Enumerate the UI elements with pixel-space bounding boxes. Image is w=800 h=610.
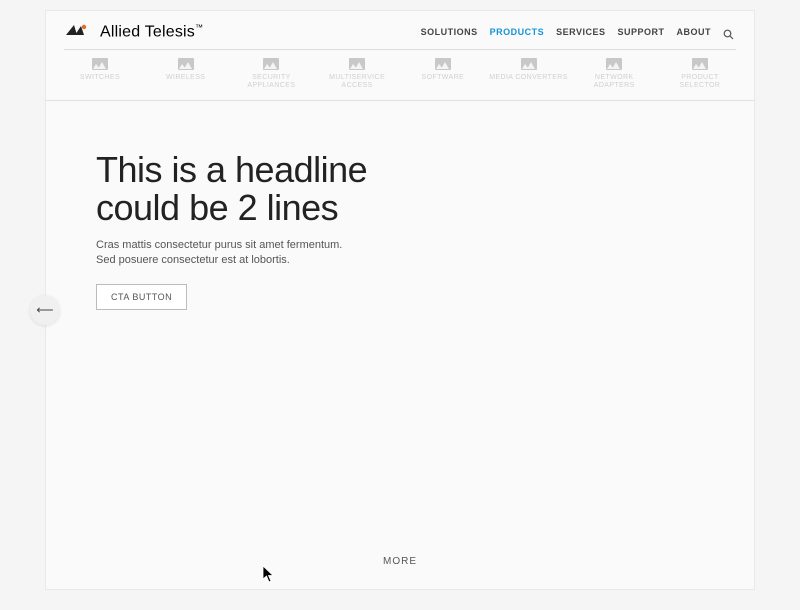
- hero-headline-line1: This is a headline: [96, 149, 367, 190]
- category-label: WIRELESS: [166, 74, 205, 82]
- nav-products[interactable]: PRODUCTS: [490, 27, 545, 37]
- brand-name-light: Telesis: [145, 23, 195, 40]
- placeholder-image-icon: [521, 58, 537, 70]
- category-label: NETWORK ADAPTERS: [574, 74, 654, 89]
- hero-body-line1: Cras mattis consectetur purus sit amet f…: [96, 239, 342, 251]
- placeholder-image-icon: [349, 58, 365, 70]
- category-label: PRODUCT SELECTOR: [660, 74, 740, 89]
- nav-about[interactable]: ABOUT: [677, 27, 712, 37]
- category-multiservice-access[interactable]: MULTISERVICE ACCESS: [317, 58, 397, 89]
- brand-name: Allied Telesis™: [100, 23, 203, 41]
- more-link[interactable]: MORE: [383, 556, 417, 567]
- placeholder-image-icon: [435, 58, 451, 70]
- header: Allied Telesis™ SOLUTIONS PRODUCTS SERVI…: [46, 11, 754, 49]
- category-label: MEDIA CONVERTERS: [489, 74, 568, 82]
- category-security-appliances[interactable]: SECURITY APPLIANCES: [231, 58, 311, 89]
- placeholder-image-icon: [606, 58, 622, 70]
- logo-mark-icon: [66, 23, 96, 41]
- category-switches[interactable]: SWITCHES: [60, 58, 140, 89]
- nav-services[interactable]: SERVICES: [556, 27, 605, 37]
- hero-body-line2: Sed posuere consectetur est at lobortis.: [96, 254, 290, 266]
- top-nav: SOLUTIONS PRODUCTS SERVICES SUPPORT ABOU…: [421, 27, 734, 38]
- category-bar: SWITCHES WIRELESS SECURITY APPLIANCES MU…: [46, 50, 754, 100]
- category-media-converters[interactable]: MEDIA CONVERTERS: [489, 58, 569, 89]
- placeholder-image-icon: [692, 58, 708, 70]
- search-icon[interactable]: [723, 27, 734, 38]
- hero-headline: This is a headline could be 2 lines: [96, 151, 506, 227]
- category-label: SOFTWARE: [422, 74, 465, 82]
- placeholder-image-icon: [178, 58, 194, 70]
- trademark-symbol: ™: [195, 23, 203, 32]
- hero-body: Cras mattis consectetur purus sit amet f…: [96, 238, 506, 268]
- category-label: SWITCHES: [80, 74, 120, 82]
- category-network-adapters[interactable]: NETWORK ADAPTERS: [574, 58, 654, 89]
- page: Allied Telesis™ SOLUTIONS PRODUCTS SERVI…: [45, 10, 755, 590]
- category-software[interactable]: SOFTWARE: [403, 58, 483, 89]
- placeholder-image-icon: [263, 58, 279, 70]
- category-product-selector[interactable]: PRODUCT SELECTOR: [660, 58, 740, 89]
- brand-logo[interactable]: Allied Telesis™: [66, 23, 203, 41]
- category-label: MULTISERVICE ACCESS: [317, 74, 397, 89]
- cta-button[interactable]: CTA BUTTON: [96, 284, 187, 310]
- arrow-left-icon: ⟵: [36, 303, 53, 317]
- placeholder-image-icon: [92, 58, 108, 70]
- nav-solutions[interactable]: SOLUTIONS: [421, 27, 478, 37]
- category-wireless[interactable]: WIRELESS: [146, 58, 226, 89]
- hero-headline-line2: could be 2 lines: [96, 187, 338, 228]
- hero: This is a headline could be 2 lines Cras…: [46, 101, 506, 310]
- brand-name-bold: Allied: [100, 23, 140, 40]
- category-label: SECURITY APPLIANCES: [231, 74, 311, 89]
- nav-support[interactable]: SUPPORT: [617, 27, 664, 37]
- carousel-prev-handle[interactable]: ⟵: [30, 295, 60, 325]
